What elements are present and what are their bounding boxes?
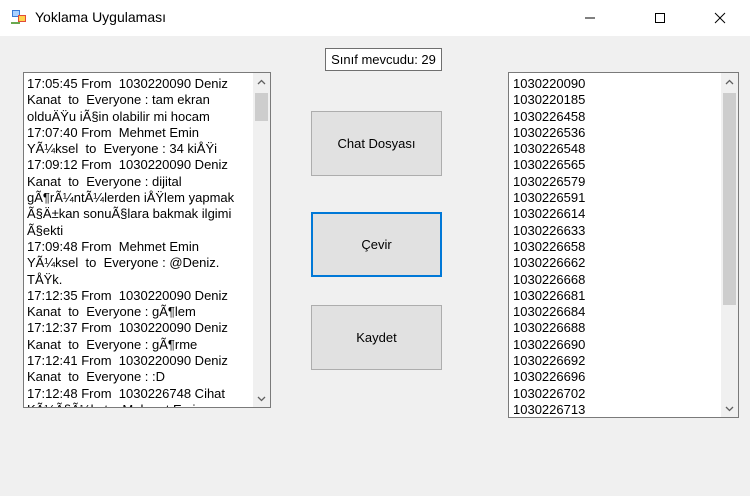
list-item[interactable]: 1030220185 (513, 92, 585, 108)
minimize-button[interactable] (567, 0, 613, 36)
scroll-up-arrow-icon[interactable] (721, 73, 738, 90)
app-icon (11, 10, 26, 24)
list-item[interactable]: 1030226690 (513, 337, 585, 353)
list-item[interactable]: 1030226702 (513, 386, 585, 402)
list-item[interactable]: 1030226713 (513, 402, 585, 417)
convert-button[interactable]: Çevir (311, 212, 442, 277)
list-item[interactable]: 1030226614 (513, 206, 585, 222)
scroll-down-arrow-icon[interactable] (253, 390, 270, 407)
chat-log-scrollbar[interactable] (253, 73, 270, 407)
list-item[interactable]: 1030226458 (513, 109, 585, 125)
student-number-list[interactable]: 1030220090 1030220185 1030226458 1030226… (508, 72, 739, 418)
list-item[interactable]: 1030226662 (513, 255, 585, 271)
list-item[interactable]: 1030220090 (513, 76, 585, 92)
save-button[interactable]: Kaydet (311, 305, 442, 370)
title-bar[interactable]: Yoklama Uygulaması (0, 0, 750, 36)
scroll-up-arrow-icon[interactable] (253, 73, 270, 90)
list-item[interactable]: 1030226681 (513, 288, 585, 304)
scroll-thumb[interactable] (255, 93, 268, 121)
close-icon (714, 12, 726, 24)
list-item[interactable]: 1030226633 (513, 223, 585, 239)
list-item[interactable]: 1030226548 (513, 141, 585, 157)
list-item[interactable]: 1030226658 (513, 239, 585, 255)
scroll-thumb[interactable] (723, 93, 736, 305)
window-title: Yoklama Uygulaması (35, 9, 166, 25)
list-item[interactable]: 1030226684 (513, 304, 585, 320)
list-item[interactable]: 1030226591 (513, 190, 585, 206)
class-count-label: Sınıf mevcudu: 29 (325, 48, 442, 71)
scroll-down-arrow-icon[interactable] (721, 400, 738, 417)
maximize-icon (655, 13, 665, 23)
close-button[interactable] (697, 0, 743, 36)
student-number-items: 1030220090 1030220185 1030226458 1030226… (513, 76, 585, 417)
student-list-scrollbar[interactable] (721, 73, 738, 417)
list-item[interactable]: 1030226688 (513, 320, 585, 336)
chat-log-text: 17:05:45 From 1030220090 Deniz Kanat to … (27, 76, 235, 407)
list-item[interactable]: 1030226565 (513, 157, 585, 173)
list-item[interactable]: 1030226692 (513, 353, 585, 369)
list-item[interactable]: 1030226536 (513, 125, 585, 141)
list-item[interactable]: 1030226696 (513, 369, 585, 385)
chat-file-button[interactable]: Chat Dosyası (311, 111, 442, 176)
list-item[interactable]: 1030226579 (513, 174, 585, 190)
maximize-button[interactable] (637, 0, 683, 36)
list-item[interactable]: 1030226668 (513, 272, 585, 288)
chat-log-textbox[interactable]: 17:05:45 From 1030220090 Deniz Kanat to … (23, 72, 271, 408)
minimize-icon (585, 17, 595, 19)
